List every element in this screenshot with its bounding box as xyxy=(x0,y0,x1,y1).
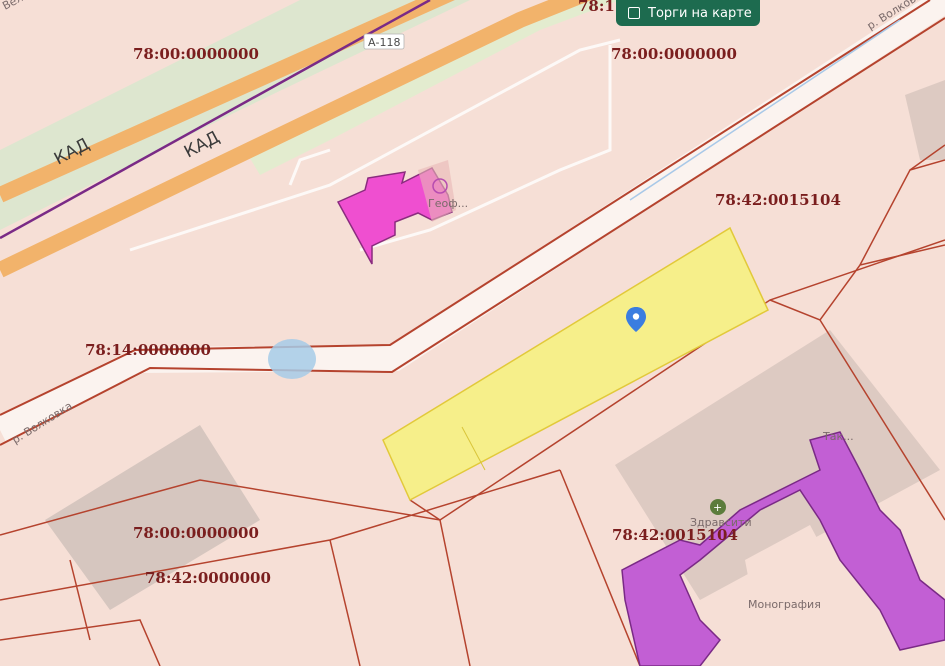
street-label-vel: Вел... xyxy=(0,0,34,13)
cadastral-label: 78:42:0000000 xyxy=(145,569,271,587)
poi-label: Геоф... xyxy=(428,197,468,210)
auction-toggle-button[interactable]: Торги на карте xyxy=(616,0,760,26)
svg-text:А-118: А-118 xyxy=(368,36,401,49)
auction-toggle-label: Торги на карте xyxy=(648,5,752,21)
cadastral-label: 78:00:0000000 xyxy=(133,45,259,63)
cadastral-label: 78:00:0000000 xyxy=(611,45,737,63)
poi-label: Монография xyxy=(748,598,821,611)
poi-label: Здравсити xyxy=(690,516,752,529)
cadastral-label: 78:14:0000000 xyxy=(85,341,211,359)
map-canvas[interactable]: + КАД КАД А-118 Вел... р. Волковка р. Во… xyxy=(0,0,945,666)
cadastral-label: 78:00:0000000 xyxy=(133,524,259,542)
poi-label: Так... xyxy=(822,430,854,443)
route-shield-a118: А-118 xyxy=(363,33,405,50)
water-feature xyxy=(268,339,316,379)
cadastral-label: 78:42:0015104 xyxy=(715,191,841,209)
grey-block xyxy=(905,80,945,160)
checkbox-icon[interactable] xyxy=(628,7,640,19)
pharmacy-cross-icon: + xyxy=(713,501,722,514)
